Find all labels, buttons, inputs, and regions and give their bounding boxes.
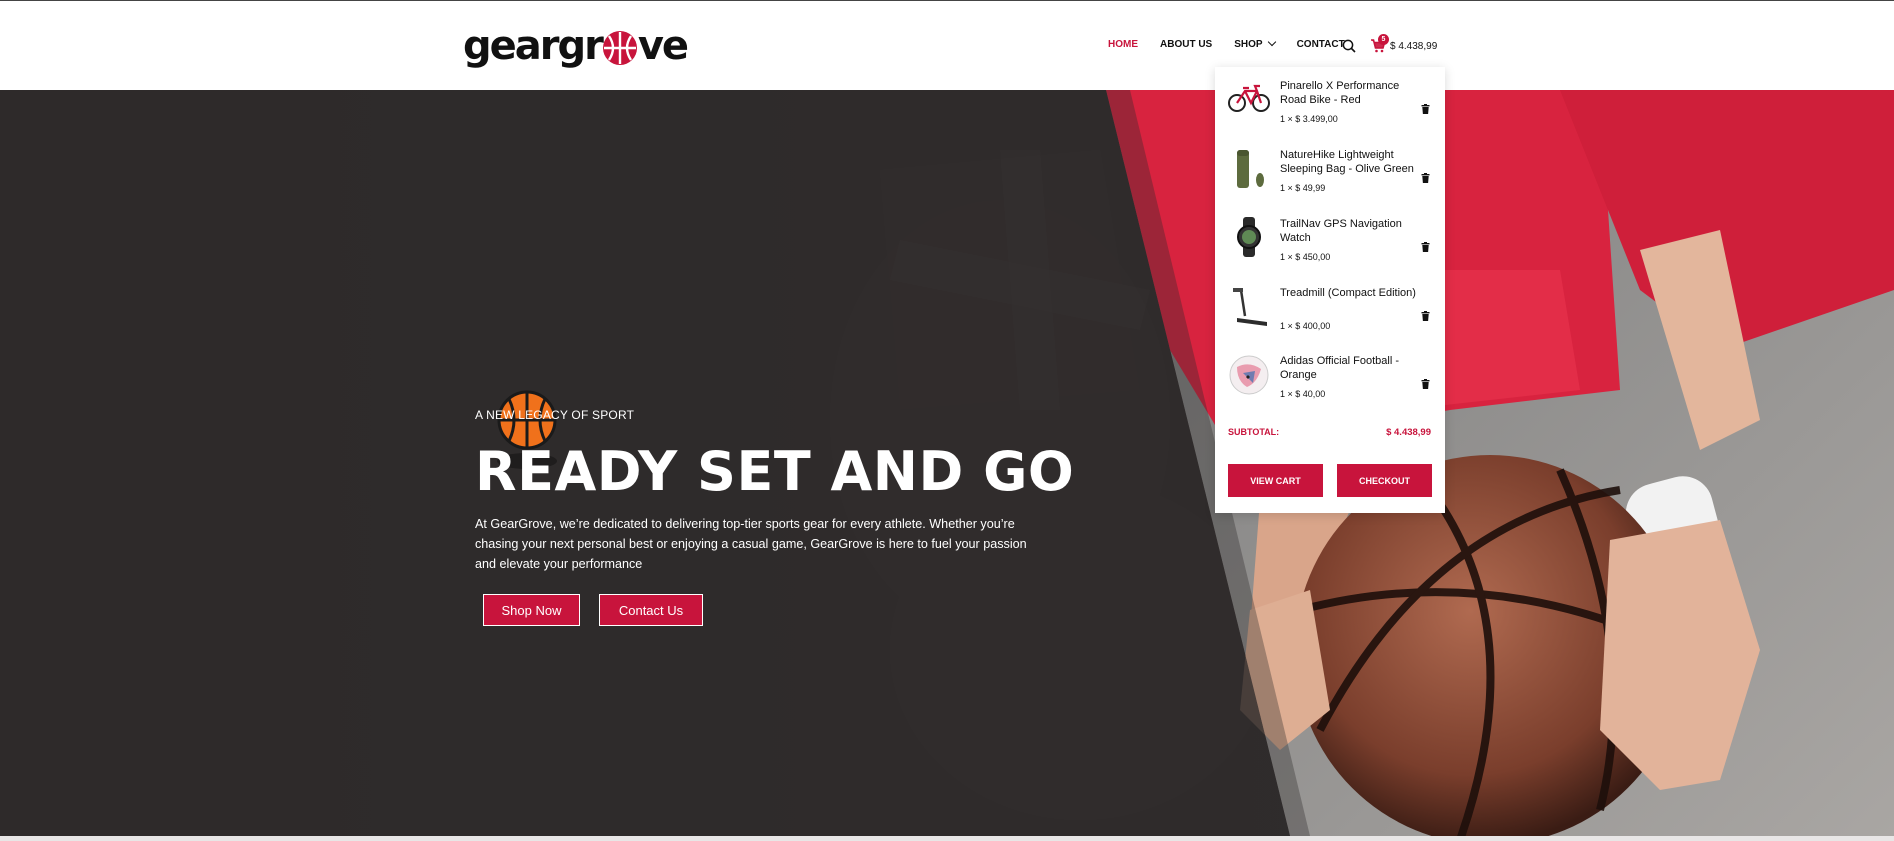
cart-item: TrailNav GPS Navigation Watch 1 × $ 450,…: [1215, 205, 1445, 274]
bike-thumbnail: [1228, 84, 1270, 112]
cart-item-name[interactable]: Treadmill (Compact Edition): [1280, 286, 1425, 300]
cart-item-name[interactable]: Adidas Official Football - Orange: [1280, 354, 1425, 382]
cart-item: Adidas Official Football - Orange 1 × $ …: [1215, 343, 1445, 412]
cart-item-qty: 1 × $ 3.499,00: [1280, 114, 1338, 124]
search-icon[interactable]: [1342, 39, 1356, 53]
nav-shop-label: SHOP: [1234, 39, 1263, 50]
subtotal-label: SUBTOTAL:: [1228, 427, 1280, 437]
main-nav: HOME ABOUT US SHOP CONTACT: [1108, 37, 1367, 50]
nav-shop[interactable]: SHOP: [1234, 37, 1276, 50]
mini-cart-dropdown: Pinarello X Performance Road Bike - Red …: [1215, 67, 1445, 513]
nav-about[interactable]: ABOUT US: [1160, 39, 1212, 50]
trash-icon[interactable]: [1421, 173, 1430, 183]
cart-item-qty: 1 × $ 450,00: [1280, 252, 1331, 262]
contact-us-button[interactable]: Contact Us: [599, 594, 703, 626]
trash-icon[interactable]: [1421, 104, 1430, 114]
logo-text-end: ve: [637, 23, 689, 69]
watch-thumbnail: [1237, 217, 1261, 257]
sleeping-bag-thumbnail: [1237, 150, 1264, 188]
cart-item: Treadmill (Compact Edition) 1 × $ 400,00: [1215, 274, 1445, 343]
site-header: geargr ve HOME ABOUT US SHOP CONTACT 5 $…: [0, 1, 1894, 90]
cart-item-name[interactable]: NatureHike Lightweight Sleeping Bag - Ol…: [1280, 148, 1425, 176]
cart-item-qty: 1 × $ 400,00: [1280, 321, 1331, 331]
treadmill-thumbnail: [1233, 288, 1267, 326]
checkout-button[interactable]: CHECKOUT: [1337, 464, 1432, 497]
trash-icon[interactable]: [1421, 379, 1430, 389]
hero-description: At GearGrove, we’re dedicated to deliver…: [475, 517, 1027, 571]
cart-item: Pinarello X Performance Road Bike - Red …: [1215, 67, 1445, 136]
hero-section: A NEW LEGACY OF SPORT READY SET AND GO A…: [0, 90, 1894, 836]
cart-count-badge: 5: [1378, 34, 1389, 45]
trash-icon[interactable]: [1421, 311, 1430, 321]
hero-eyebrow: A NEW LEGACY OF SPORT: [475, 408, 635, 422]
nav-contact[interactable]: CONTACT: [1297, 39, 1345, 50]
subtotal-value: $ 4.438,99: [1386, 427, 1431, 438]
cart-item-name[interactable]: TrailNav GPS Navigation Watch: [1280, 217, 1425, 245]
cart-item: NatureHike Lightweight Sleeping Bag - Ol…: [1215, 136, 1445, 205]
view-cart-button[interactable]: VIEW CART: [1228, 464, 1323, 497]
logo-basketball-icon: [602, 31, 637, 65]
hero-headline: READY SET AND GO: [475, 440, 1075, 503]
page-bottom-edge: [0, 836, 1894, 841]
football-thumbnail: [1229, 355, 1269, 395]
cart-total[interactable]: $ 4.438,99: [1390, 41, 1437, 52]
cart-item-name[interactable]: Pinarello X Performance Road Bike - Red: [1280, 79, 1425, 107]
logo-text-start: geargr: [463, 23, 604, 69]
cart-item-qty: 1 × $ 49,99: [1280, 183, 1326, 193]
chevron-down-icon: [1267, 37, 1276, 46]
trash-icon[interactable]: [1421, 242, 1430, 252]
cart-item-qty: 1 × $ 40,00: [1280, 389, 1326, 399]
shop-now-button[interactable]: Shop Now: [483, 594, 580, 626]
nav-home[interactable]: HOME: [1108, 39, 1138, 50]
site-logo[interactable]: geargr ve: [463, 21, 689, 71]
